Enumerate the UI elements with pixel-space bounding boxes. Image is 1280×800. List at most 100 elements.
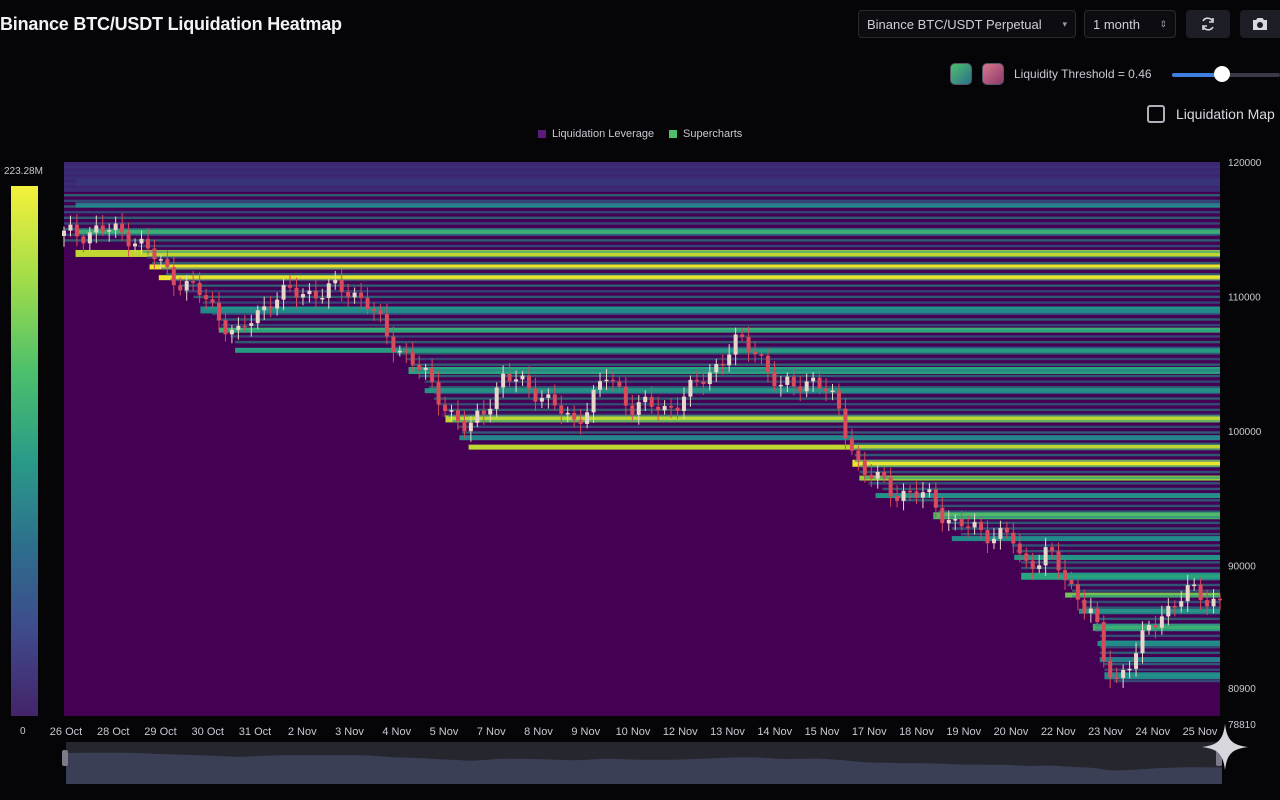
candle-body — [591, 389, 596, 413]
candle-body — [617, 381, 622, 387]
liquidity-band — [1104, 672, 1220, 680]
y-tick-label: 100000 — [1228, 427, 1262, 438]
navigator-handle-left — [62, 750, 68, 766]
refresh-button[interactable] — [1186, 10, 1230, 38]
candle-body — [979, 521, 984, 531]
liquidity-band — [891, 493, 1220, 496]
candle-body — [875, 471, 880, 479]
liquidity-band — [882, 487, 1220, 491]
liquidity-band — [1099, 634, 1220, 638]
candle-body — [1004, 527, 1009, 533]
candle-body — [1218, 598, 1222, 601]
liquidity-band — [447, 414, 1220, 417]
candle-body — [262, 306, 267, 311]
candle-body — [391, 336, 396, 353]
candle-body — [1043, 547, 1048, 566]
liquidity-band — [951, 527, 1220, 530]
candle-body — [688, 379, 693, 397]
candle-body — [772, 372, 777, 387]
liquidity-band — [179, 284, 1221, 287]
liquidity-band — [151, 261, 1221, 265]
legend-item-leverage[interactable]: Liquidation Leverage — [538, 128, 654, 140]
liquidity-band — [429, 386, 1220, 389]
liquidity-band — [64, 182, 1220, 186]
x-tick-label: 17 Nov — [852, 726, 887, 738]
x-tick-label: 24 Nov — [1135, 726, 1170, 738]
liquidity-band — [1090, 612, 1220, 615]
timeframe-select[interactable]: 1 month ⇕ — [1084, 10, 1176, 38]
candle-body — [791, 376, 796, 387]
candle-body — [623, 386, 628, 406]
candle-body — [1153, 624, 1158, 628]
heatmap-background — [64, 162, 1220, 716]
x-tick-label: 14 Nov — [757, 726, 792, 738]
x-tick-label: 26 Oct — [50, 726, 82, 738]
liquidity-band — [211, 312, 1220, 316]
legend-label: Liquidation Leverage — [552, 128, 655, 140]
candle-body — [384, 314, 389, 337]
candle-body — [946, 519, 951, 524]
liquidity-band — [440, 412, 1221, 418]
liquidity-band — [75, 229, 1220, 235]
liquidity-band — [200, 306, 1220, 314]
liquidity-band — [468, 444, 1221, 450]
liquidity-band — [863, 476, 1220, 479]
x-tick-label: 10 Nov — [616, 726, 651, 738]
candle-body — [720, 364, 725, 366]
candle-body — [210, 299, 215, 303]
liquidity-band — [406, 357, 1220, 361]
threshold-slider-handle[interactable] — [1213, 66, 1230, 82]
candle-body — [171, 267, 176, 286]
candle-body — [216, 302, 221, 321]
candle-body — [320, 297, 325, 300]
candle-body — [468, 422, 473, 432]
candle-body — [862, 460, 867, 475]
liquidity-band — [1072, 589, 1220, 592]
candle-body — [1166, 605, 1171, 617]
x-tick-label: 31 Oct — [239, 726, 271, 738]
page-title: Binance BTC/USDT Liquidation Heatmap — [0, 14, 342, 34]
candle-body — [165, 259, 170, 268]
candle-body — [888, 477, 893, 496]
liquidity-band — [1085, 606, 1220, 609]
liquidity-band — [1016, 555, 1220, 558]
candle-body — [1095, 608, 1100, 623]
liquidity-band — [415, 369, 1220, 372]
candle-body — [275, 299, 280, 309]
candle-body — [759, 354, 764, 356]
candle-body — [966, 526, 971, 528]
candle-body — [882, 471, 887, 478]
liquidity-band — [1095, 623, 1220, 626]
candle-body — [1075, 584, 1080, 600]
candle-body — [610, 379, 615, 382]
liquidity-band — [461, 431, 1220, 434]
green-scheme-swatch[interactable] — [950, 63, 972, 85]
candle-body — [1185, 585, 1190, 602]
screenshot-button[interactable] — [1240, 10, 1280, 38]
candle-body — [694, 379, 699, 382]
candle-body — [1159, 616, 1164, 628]
x-tick-label: 5 Nov — [430, 726, 459, 738]
pink-scheme-swatch[interactable] — [982, 63, 1004, 85]
pair-select[interactable]: Binance BTC/USDT Perpetual ▾ — [858, 10, 1076, 38]
refresh-icon — [1202, 17, 1214, 31]
candle-body — [462, 421, 467, 432]
liquidity-band — [64, 199, 1220, 203]
liquidation-map-checkbox[interactable] — [1147, 105, 1165, 123]
candle-body — [378, 310, 383, 315]
liquidity-band — [859, 475, 1220, 481]
liquidity-band — [854, 448, 1220, 451]
legend-item-supercharts[interactable]: Supercharts — [669, 128, 742, 140]
liquidity-band — [165, 273, 1220, 276]
liquidity-band — [859, 470, 1220, 474]
candle-body — [430, 367, 435, 383]
liquidity-band — [1011, 544, 1220, 547]
y-tick-label: 110000 — [1228, 292, 1261, 303]
legend-swatch — [669, 130, 677, 138]
candle-body — [546, 394, 551, 398]
candle-body — [1017, 543, 1022, 554]
candle-body — [1121, 669, 1126, 678]
candle-body — [139, 238, 144, 244]
liquidation-heatmap-chart[interactable]: 12000011000010000090000809007881026 Oct 2… — [0, 0, 1280, 800]
x-tick-label: 13 Nov — [710, 726, 745, 738]
